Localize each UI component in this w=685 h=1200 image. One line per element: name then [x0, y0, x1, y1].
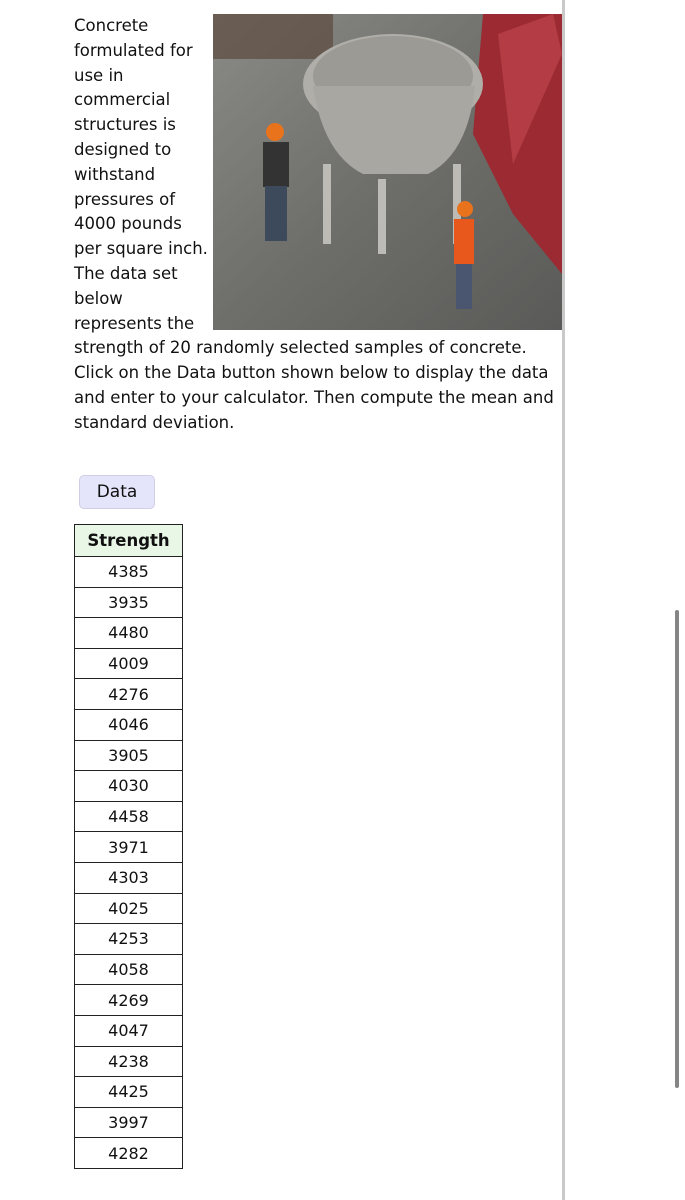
table-row: 4269	[74, 984, 183, 1016]
concrete-pour-photo	[213, 14, 562, 330]
strength-value: 4425	[74, 1076, 183, 1108]
table-row: 4303	[74, 861, 183, 894]
table-row: 3935	[74, 586, 183, 619]
strength-value: 4009	[74, 647, 183, 680]
table-row: 4238	[74, 1045, 183, 1078]
strength-value: 3971	[74, 831, 183, 863]
strength-value: 4058	[74, 953, 183, 986]
strength-value: 4282	[74, 1137, 183, 1169]
data-button[interactable]: Data	[79, 475, 155, 509]
strength-value: 4458	[74, 800, 183, 833]
table-row: 4030	[74, 770, 183, 802]
question-container: Concrete formulated for use in commercia…	[74, 14, 562, 436]
table-row: 3971	[74, 831, 183, 863]
strength-value: 4238	[74, 1045, 183, 1078]
strength-value: 4480	[74, 617, 183, 649]
scrollbar[interactable]	[675, 610, 679, 1088]
strength-value: 4046	[74, 708, 183, 741]
table-row: 4253	[74, 923, 183, 955]
strength-value: 3997	[74, 1106, 183, 1139]
strength-value: 4269	[74, 984, 183, 1016]
strength-data-table: Strength 4385 3935 4480 4009 4276 4046 3905 403…	[74, 524, 183, 1169]
strength-value: 3935	[74, 586, 183, 619]
table-row: 4282	[74, 1137, 183, 1169]
table-row: 4385	[74, 556, 183, 588]
strength-value: 3905	[74, 739, 183, 772]
table-row: 4009	[74, 647, 183, 680]
strength-value: 4047	[74, 1014, 183, 1047]
table-row: 4458	[74, 800, 183, 833]
table-row: 4058	[74, 953, 183, 986]
table-row: 4046	[74, 708, 183, 741]
strength-value: 4276	[74, 678, 183, 710]
strength-value: 4385	[74, 556, 183, 588]
strength-value: 4253	[74, 923, 183, 955]
table-row: 3905	[74, 739, 183, 772]
table-row: 4047	[74, 1014, 183, 1047]
table-row: 3997	[74, 1106, 183, 1139]
strength-value: 4303	[74, 861, 183, 894]
column-header-strength: Strength	[74, 524, 183, 557]
panel-divider	[562, 0, 565, 1200]
table-row: 4425	[74, 1076, 183, 1108]
table-row: 4276	[74, 678, 183, 710]
table-row: 4025	[74, 892, 183, 925]
strength-value: 4030	[74, 770, 183, 802]
table-row: 4480	[74, 617, 183, 649]
strength-value: 4025	[74, 892, 183, 925]
